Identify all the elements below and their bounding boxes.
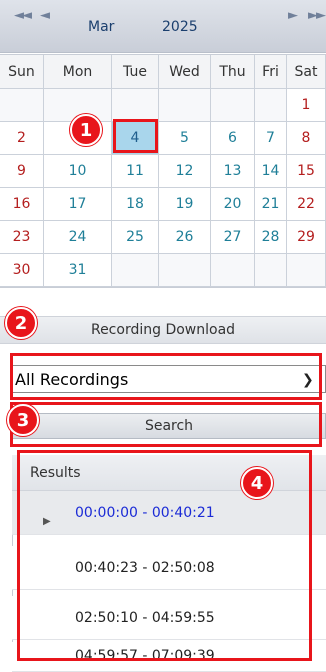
calendar-day[interactable]: 8 — [287, 122, 326, 155]
calendar-day[interactable]: 7 — [255, 122, 287, 155]
left-arrow-icon[interactable]: ◄ — [40, 8, 50, 23]
step-badge-2: 2 — [5, 307, 37, 339]
calendar-empty-cell — [0, 89, 44, 122]
calendar-day[interactable]: 19 — [159, 188, 211, 221]
calendar-day[interactable]: 1 — [287, 89, 326, 122]
double-left-arrow-icon[interactable]: ◄◄ — [14, 8, 32, 23]
weekday-header: Sun — [0, 55, 44, 89]
play-marker-icon: ▶ — [43, 516, 51, 527]
calendar-day[interactable]: 12 — [159, 155, 211, 188]
calendar-empty-cell — [112, 254, 159, 287]
calendar-day[interactable]: 6 — [211, 122, 255, 155]
recording-type-select[interactable]: All Recordings — [12, 365, 326, 393]
double-right-arrow-icon[interactable]: ►► — [308, 8, 326, 23]
calendar-day[interactable]: 10 — [44, 155, 112, 188]
year-label: 2025 — [162, 19, 198, 35]
weekday-header: Wed — [159, 55, 211, 89]
result-time-range: 04:59:57 - 07:09:39 — [75, 648, 215, 664]
calendar-day[interactable]: 25 — [112, 221, 159, 254]
result-time-range: 00:40:23 - 02:50:08 — [75, 559, 215, 576]
calendar-day[interactable]: 17 — [44, 188, 112, 221]
recording-type-value: All Recordings — [15, 369, 129, 389]
calendar-day[interactable]: 24 — [44, 221, 112, 254]
weekday-header: Sat — [287, 55, 326, 89]
right-arrow-icon[interactable]: ► — [288, 8, 298, 23]
calendar-day[interactable]: 29 — [287, 221, 326, 254]
calendar-day-selected[interactable]: 4 — [112, 122, 159, 155]
step-badge-4: 4 — [241, 467, 273, 499]
calendar-empty-cell — [211, 89, 255, 122]
calendar-day[interactable]: 26 — [159, 221, 211, 254]
step-badge-3: 3 — [7, 404, 39, 436]
weekday-header: Mon — [44, 55, 112, 89]
calendar-day[interactable]: 23 — [0, 221, 44, 254]
calendar-day[interactable]: 28 — [255, 221, 287, 254]
result-time-range: 00:00:00 - 00:40:21 — [75, 504, 215, 521]
calendar-empty-cell — [159, 254, 211, 287]
calendar-day[interactable]: 15 — [287, 155, 326, 188]
weekday-header: Thu — [211, 55, 255, 89]
calendar-day[interactable]: 16 — [0, 188, 44, 221]
calendar-day[interactable]: 13 — [211, 155, 255, 188]
result-row[interactable]: 00:40:23 - 02:50:08 — [12, 546, 326, 590]
calendar-empty-cell — [255, 254, 287, 287]
result-row[interactable]: 00:00:00 - 00:40:21 — [12, 491, 326, 535]
search-button[interactable]: Search — [12, 413, 326, 439]
calendar-empty-cell — [287, 254, 326, 287]
weekday-header: Tue — [112, 55, 159, 89]
month-label: Mar — [88, 19, 115, 35]
result-row[interactable]: 04:59:57 - 07:09:39 — [12, 642, 326, 672]
result-time-range: 02:50:10 - 04:59:55 — [75, 609, 215, 626]
calendar-empty-cell — [211, 254, 255, 287]
calendar-day[interactable]: 31 — [44, 254, 112, 287]
result-row[interactable]: 02:50:10 - 04:59:55 — [12, 596, 326, 640]
calendar-day[interactable]: 30 — [0, 254, 44, 287]
recording-download-title: Recording Download — [0, 316, 326, 344]
calendar-day[interactable]: 5 — [159, 122, 211, 155]
calendar-empty-cell — [159, 89, 211, 122]
calendar-day[interactable]: 21 — [255, 188, 287, 221]
calendar-empty-cell — [255, 89, 287, 122]
calendar-day[interactable]: 22 — [287, 188, 326, 221]
results-header: Results — [12, 455, 326, 491]
calendar-day[interactable]: 2 — [0, 122, 44, 155]
step-badge-1: 1 — [70, 114, 102, 146]
calendar-grid: SunMonTueWedThuFriSat1234567891011121314… — [0, 54, 326, 288]
calendar-empty-cell — [112, 89, 159, 122]
calendar-day[interactable]: 14 — [255, 155, 287, 188]
weekday-header: Fri — [255, 55, 287, 89]
chevron-down-icon[interactable]: ❯ — [302, 372, 314, 388]
calendar-day[interactable]: 27 — [211, 221, 255, 254]
calendar-day[interactable]: 9 — [0, 155, 44, 188]
calendar-day[interactable]: 20 — [211, 188, 255, 221]
calendar-day[interactable]: 18 — [112, 188, 159, 221]
calendar-day[interactable]: 11 — [112, 155, 159, 188]
